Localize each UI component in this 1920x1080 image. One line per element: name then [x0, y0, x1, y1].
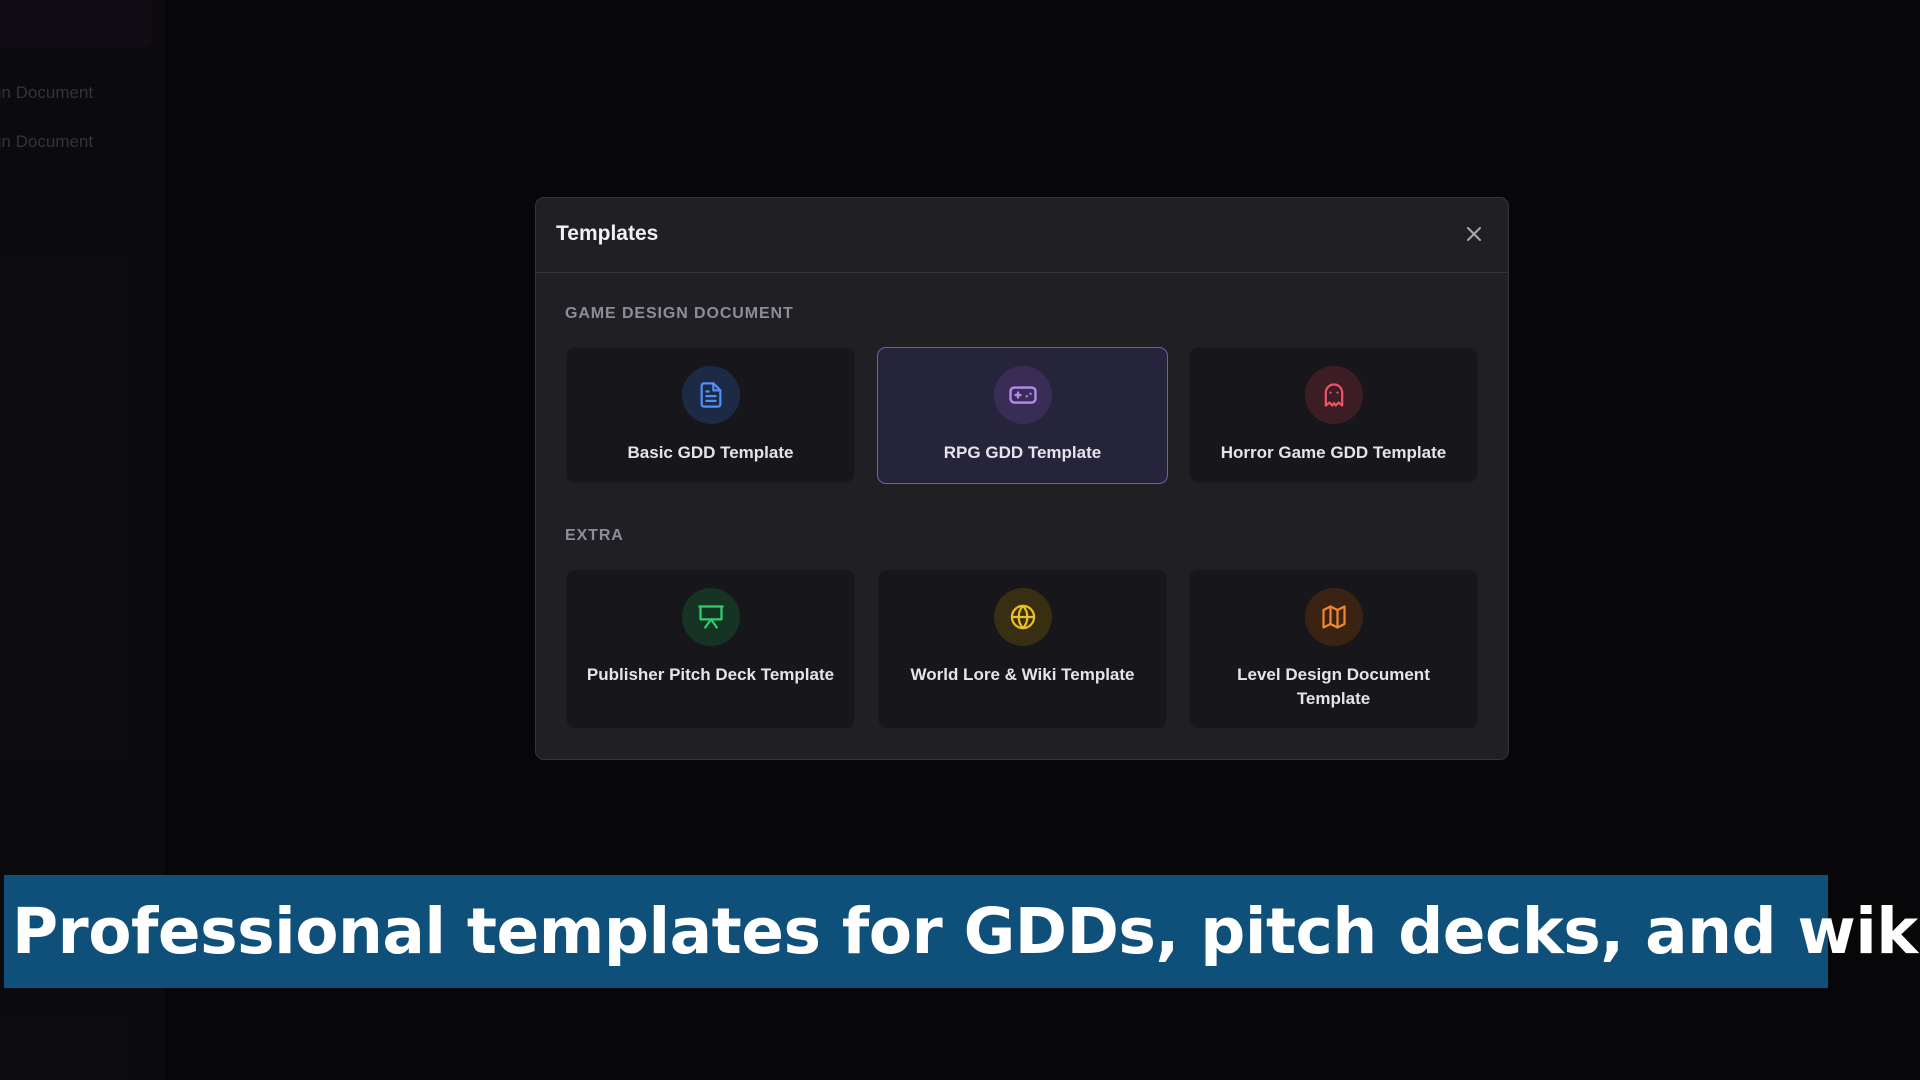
gamepad-icon — [1008, 386, 1037, 404]
card-label: Publisher Pitch Deck Template — [586, 665, 835, 684]
template-card-world-lore-wiki[interactable]: World Lore & Wiki Template — [878, 569, 1167, 729]
templates-modal: Templates GAME DESIGN DOCUMENT Basic GDD… — [535, 197, 1509, 760]
template-card-basic-gdd[interactable]: Basic GDD Template — [566, 347, 855, 483]
card-icon-badge — [681, 366, 740, 424]
card-icon-badge — [993, 366, 1052, 424]
section-label-extra: EXTRA — [565, 527, 624, 544]
ghost-icon — [1324, 383, 1343, 407]
map-icon — [1321, 605, 1346, 629]
card-icon-badge — [1304, 588, 1363, 646]
card-icon-badge — [681, 588, 740, 646]
globe-icon — [1010, 604, 1035, 630]
presentation-icon — [697, 605, 724, 629]
close-icon — [1467, 227, 1481, 241]
card-label: Basic GDD Template — [627, 443, 794, 462]
caption-banner: Professional templates for GDDs, pitch d… — [4, 875, 1920, 988]
template-card-horror-gdd[interactable]: Horror Game GDD Template — [1189, 347, 1478, 483]
close-button[interactable] — [1458, 218, 1490, 250]
modal-header: Templates — [536, 198, 1508, 273]
modal-title: Templates — [556, 222, 659, 245]
caption-text: Professional templates for GDDs, pitch d… — [12, 895, 1920, 968]
card-label: World Lore & Wiki Template — [910, 665, 1135, 684]
template-card-level-design-document[interactable]: Level Design Document Template — [1189, 569, 1478, 729]
card-icon-badge — [993, 588, 1052, 646]
template-card-publisher-pitch-deck[interactable]: Publisher Pitch Deck Template — [566, 569, 855, 729]
card-label: Horror Game GDD Template — [1220, 443, 1447, 462]
template-card-rpg-gdd[interactable]: RPG GDD Template — [877, 347, 1168, 484]
section-label-game-design-document: GAME DESIGN DOCUMENT — [565, 305, 794, 322]
document-icon — [700, 382, 721, 408]
card-icon-badge — [1304, 366, 1363, 424]
app-window: gn Document gn Document Templates GAME D… — [0, 0, 1920, 1080]
card-label: Level Design Document Template — [1237, 665, 1430, 708]
card-label: RPG GDD Template — [943, 443, 1102, 462]
